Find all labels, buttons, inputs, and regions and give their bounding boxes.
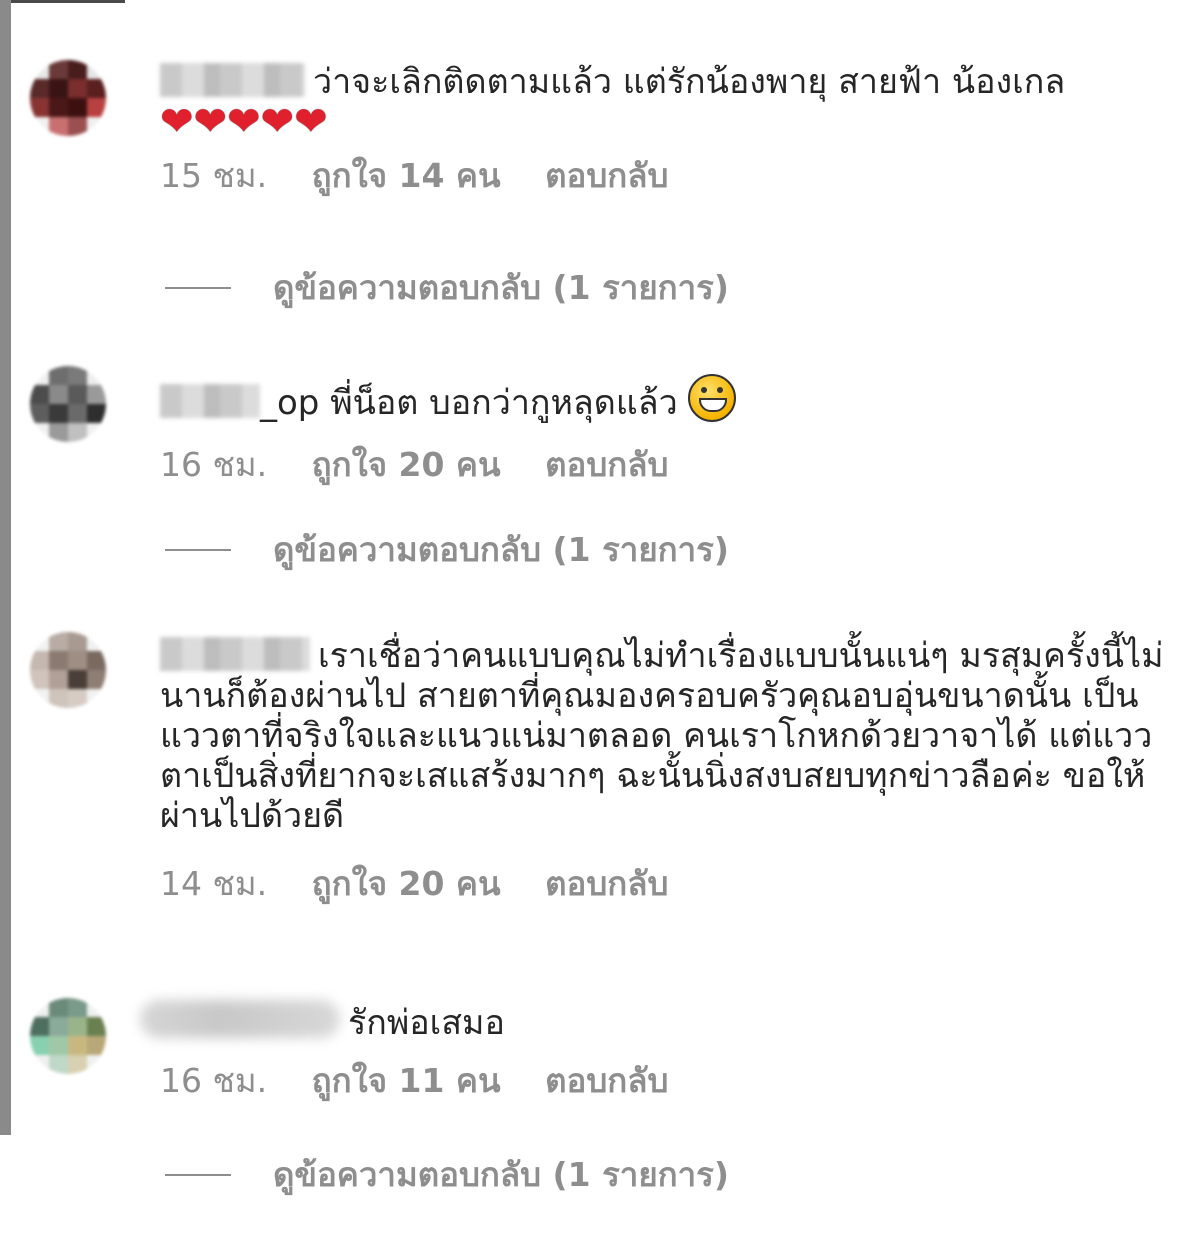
username-blurred[interactable] <box>160 637 310 671</box>
comment: เราเชื่อว่าคนแบบคุณไม่ทำเรื่องแบบนั้นแน่… <box>160 636 1170 904</box>
replies-line <box>165 1174 231 1176</box>
comment-time[interactable]: 16 ชม. <box>160 1061 267 1100</box>
comment-time[interactable]: 16 ชม. <box>160 445 267 484</box>
comment-meta: 14 ชม. ถูกใจ 20 คน ตอบกลับ <box>160 864 1170 904</box>
reply-button[interactable]: ตอบกลับ <box>545 156 668 195</box>
comment-body: ว่าจะเลิกติดตามแล้ว แต่รักน้องพายุ สายฟ้… <box>313 62 1066 102</box>
likes-count[interactable]: ถูกใจ 20 คน <box>312 864 501 903</box>
comment-text: ว่าจะเลิกติดตามแล้ว แต่รักน้องพายุ สายฟ้… <box>160 62 1170 144</box>
top-divider <box>0 0 125 3</box>
comment-meta: 16 ชม. ถูกใจ 11 คน ตอบกลับ <box>160 1061 1170 1101</box>
username-blurred[interactable] <box>160 384 260 418</box>
avatar[interactable] <box>30 366 106 442</box>
grinning-face-emoji-icon <box>687 374 736 422</box>
view-replies-label: ดูข้อความตอบกลับ (1 รายการ) <box>273 268 729 307</box>
reply-button[interactable]: ตอบกลับ <box>545 864 668 903</box>
comment-body: รักพ่อเสมอ <box>348 1003 505 1043</box>
comment-text: รักพ่อเสมอ <box>140 1000 1170 1043</box>
avatar[interactable] <box>30 998 106 1074</box>
heart-emojis: ❤❤❤❤❤ <box>160 99 328 145</box>
view-replies-button[interactable]: ดูข้อความตอบกลับ (1 รายการ) <box>165 530 729 570</box>
avatar[interactable] <box>30 60 106 136</box>
reply-button[interactable]: ตอบกลับ <box>545 1061 668 1100</box>
view-replies-label: ดูข้อความตอบกลับ (1 รายการ) <box>273 530 729 569</box>
likes-count[interactable]: ถูกใจ 11 คน <box>312 1061 501 1100</box>
reply-button[interactable]: ตอบกลับ <box>545 445 668 484</box>
likes-count[interactable]: ถูกใจ 20 คน <box>312 445 501 484</box>
likes-count[interactable]: ถูกใจ 14 คน <box>312 156 501 195</box>
comment-time[interactable]: 15 ชม. <box>160 156 267 195</box>
avatar[interactable] <box>30 632 106 708</box>
left-border <box>0 0 11 1135</box>
replies-line <box>165 287 231 289</box>
comment-time[interactable]: 14 ชม. <box>160 864 267 903</box>
username-blurred[interactable] <box>140 1000 340 1038</box>
comment-meta: 16 ชม. ถูกใจ 20 คน ตอบกลับ <box>160 445 1170 485</box>
replies-line <box>165 549 231 551</box>
comment-text: _op พี่น็อต บอกว่ากูหลุดแล้ว <box>160 374 1170 423</box>
comment-meta: 15 ชม. ถูกใจ 14 คน ตอบกลับ <box>160 156 1170 196</box>
comment-text: เราเชื่อว่าคนแบบคุณไม่ทำเรื่องแบบนั้นแน่… <box>160 636 1170 836</box>
view-replies-label: ดูข้อความตอบกลับ (1 รายการ) <box>273 1155 729 1194</box>
username-blurred[interactable] <box>160 63 305 97</box>
comment-body: พี่น็อต บอกว่ากูหลุดแล้ว <box>330 383 678 423</box>
username-suffix[interactable]: _op <box>260 383 319 423</box>
comment: รักพ่อเสมอ 16 ชม. ถูกใจ 11 คน ตอบกลับ <box>140 1000 1170 1101</box>
view-replies-button[interactable]: ดูข้อความตอบกลับ (1 รายการ) <box>165 1155 729 1195</box>
comment: _op พี่น็อต บอกว่ากูหลุดแล้ว 16 ชม. ถูกใ… <box>160 374 1170 485</box>
comment-body: เราเชื่อว่าคนแบบคุณไม่ทำเรื่องแบบนั้นแน่… <box>160 636 1164 836</box>
comment: ว่าจะเลิกติดตามแล้ว แต่รักน้องพายุ สายฟ้… <box>160 62 1170 196</box>
view-replies-button[interactable]: ดูข้อความตอบกลับ (1 รายการ) <box>165 268 729 308</box>
